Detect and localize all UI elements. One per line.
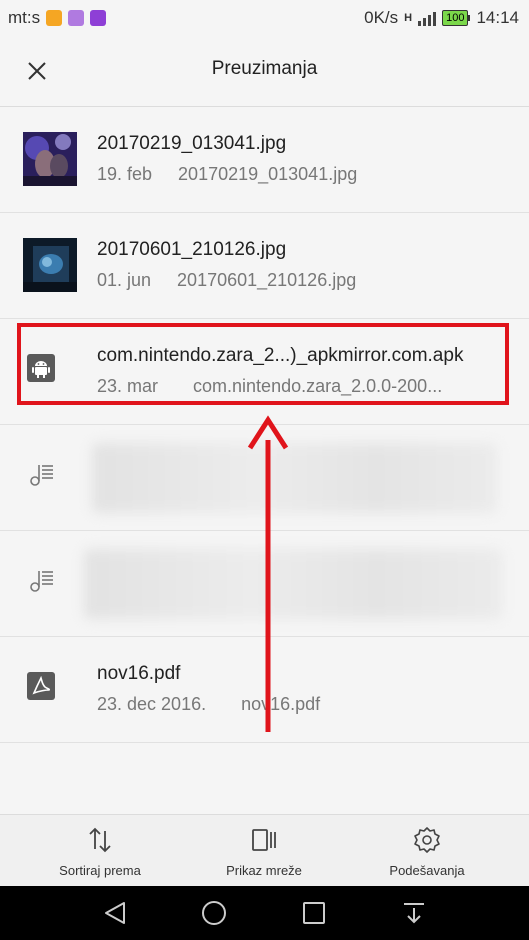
- grid-view-button[interactable]: Prikaz mreže: [189, 825, 339, 878]
- back-icon: [105, 902, 125, 924]
- file-row[interactable]: nov16.pdf 23. dec 2016. nov16.pdf: [0, 637, 529, 743]
- file-detail: 20170601_210126.jpg: [177, 270, 357, 290]
- status-left: mt:s: [8, 8, 107, 28]
- image-thumbnail: [23, 132, 77, 186]
- music-icon: [30, 571, 53, 592]
- notification-video-icon: [90, 10, 107, 26]
- recents-icon: [303, 902, 325, 924]
- bottom-toolbar: Sortiraj prema Prikaz mreže Podešavanja: [0, 814, 529, 887]
- file-date: 23. dec 2016.: [97, 694, 207, 714]
- file-date: 01. jun: [97, 270, 152, 290]
- system-nav-bar: [0, 886, 529, 940]
- home-button[interactable]: [199, 898, 229, 928]
- home-icon: [202, 901, 226, 925]
- file-row[interactable]: [0, 531, 529, 637]
- file-name: nov16.pdf: [97, 663, 181, 684]
- file-name: 20170219_013041.jpg: [97, 133, 287, 154]
- notification-app-icon: [46, 10, 63, 26]
- app-header: Preuzimanja: [0, 36, 529, 107]
- pull-down-icon: [404, 903, 424, 924]
- file-meta: 19. feb 20170219_013041.jpg: [97, 164, 357, 185]
- signal-icon: [418, 10, 437, 26]
- battery-level: 100: [442, 10, 469, 26]
- file-date: 19. feb: [97, 164, 153, 184]
- file-meta: 23. dec 2016. nov16.pdf: [97, 694, 320, 715]
- file-meta: 23. mar com.nintendo.zara_2.0.0-200...: [97, 376, 442, 397]
- file-row[interactable]: 20170219_013041.jpg 19. feb 20170219_0130…: [0, 107, 529, 213]
- blurred-file-info: [92, 443, 497, 513]
- sort-icon: [89, 827, 111, 853]
- blurred-file-info: [84, 549, 502, 619]
- grid-view-label: Prikaz mreže: [226, 863, 302, 878]
- status-bar: mt:s 0K/s H 100 14:14: [0, 0, 529, 36]
- network-type: H: [404, 12, 413, 24]
- gear-icon: [414, 827, 440, 853]
- file-name: com.nintendo.zara_2...)_apkmirror.com.ap…: [97, 345, 464, 366]
- image-thumbnail: [23, 238, 77, 292]
- file-row[interactable]: com.nintendo.zara_2...)_apkmirror.com.ap…: [0, 319, 529, 425]
- notification-gallery-icon: [68, 10, 85, 26]
- file-detail: 20170219_013041.jpg: [178, 164, 358, 184]
- page-title: Preuzimanja: [211, 58, 318, 79]
- battery-icon: 100: [442, 10, 471, 26]
- file-detail: com.nintendo.zara_2.0.0-200...: [193, 376, 443, 396]
- file-row[interactable]: 20170601_210126.jpg 01. jun 20170601_2101…: [0, 213, 529, 319]
- clock: 14:14: [476, 8, 519, 27]
- settings-label: Podešavanja: [389, 863, 465, 878]
- file-row[interactable]: [0, 425, 529, 531]
- file-detail: nov16.pdf: [241, 694, 321, 714]
- sort-label: Sortiraj prema: [59, 863, 141, 878]
- android-icon: [27, 354, 55, 382]
- carrier-label: mt:s: [8, 8, 41, 27]
- file-name: 20170601_210126.jpg: [97, 239, 287, 260]
- status-right: 0K/s H 100 14:14: [364, 8, 519, 28]
- network-speed: 0K/s: [364, 8, 399, 27]
- music-icon: [30, 465, 53, 486]
- back-button[interactable]: [100, 898, 130, 928]
- sort-button[interactable]: Sortiraj prema: [25, 825, 175, 878]
- file-date: 23. mar: [97, 376, 159, 396]
- notification-pull-button[interactable]: [399, 898, 429, 928]
- file-meta: 01. jun 20170601_210126.jpg: [97, 270, 356, 291]
- recents-button[interactable]: [299, 898, 329, 928]
- settings-button[interactable]: Podešavanja: [352, 825, 502, 878]
- grid-view-icon: [252, 829, 276, 851]
- pdf-icon: [27, 672, 55, 700]
- downloads-list: 20170219_013041.jpg 19. feb 20170219_0130…: [0, 107, 529, 743]
